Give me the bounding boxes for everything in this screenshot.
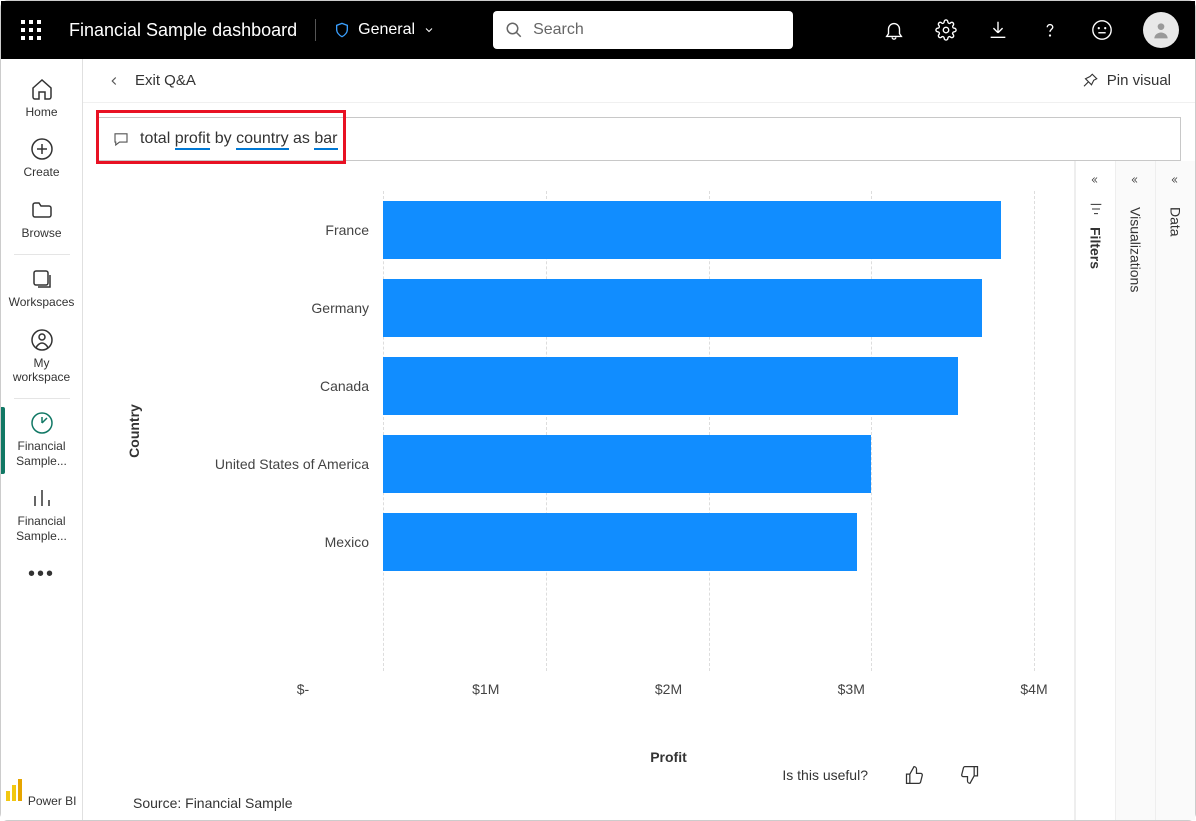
nav-home[interactable]: Home [1, 69, 82, 129]
bar-fill[interactable] [383, 279, 982, 337]
x-tick: $2M [655, 681, 682, 697]
main-content: Exit Q&A Pin visual total profit by coun… [83, 59, 1195, 820]
powerbi-icon [6, 777, 24, 801]
powerbi-brand[interactable]: Power BI [1, 777, 82, 820]
help-icon[interactable] [1039, 19, 1061, 41]
chevron-left-icon [1129, 173, 1143, 187]
toolbar: Exit Q&A Pin visual [83, 59, 1195, 103]
thumbs-down-icon[interactable] [960, 765, 980, 785]
left-nav: Home Create Browse Workspaces My workspa… [1, 59, 83, 820]
bar-fill[interactable] [383, 357, 958, 415]
bar-row: Mexico [183, 503, 1034, 581]
x-axis-label: Profit [303, 749, 1034, 765]
category-label: Canada [183, 378, 383, 394]
nav-my-workspace[interactable]: My workspace [1, 320, 82, 395]
qna-text: total profit by country as bar [140, 130, 338, 148]
search-input[interactable]: Search [493, 11, 793, 49]
nav-workspaces[interactable]: Workspaces [1, 259, 82, 319]
bar-row: United States of America [183, 425, 1034, 503]
divider [315, 19, 316, 41]
download-icon[interactable] [987, 19, 1009, 41]
back-icon[interactable] [107, 74, 121, 88]
workspaces-icon [30, 267, 54, 291]
exit-qna-button[interactable]: Exit Q&A [135, 72, 196, 89]
bar-row: Germany [183, 269, 1034, 347]
category-label: United States of America [183, 456, 383, 472]
dashboard-title: Financial Sample dashboard [69, 20, 297, 41]
chevron-down-icon [423, 24, 435, 36]
x-tick: $4M [1020, 681, 1047, 697]
x-axis: $-$1M$2M$3M$4M [303, 681, 1034, 721]
chevron-left-icon [1089, 173, 1103, 187]
global-header: Financial Sample dashboard General Searc… [1, 1, 1195, 59]
nav-browse[interactable]: Browse [1, 190, 82, 250]
account-avatar[interactable] [1143, 12, 1179, 48]
bar-fill[interactable] [383, 435, 871, 493]
sensitivity-label: General [358, 21, 415, 39]
bar-row: Canada [183, 347, 1034, 425]
speech-bubble-icon [112, 130, 130, 148]
pin-icon [1081, 72, 1099, 90]
nav-financial-dashboard[interactable]: Financial Sample... [1, 403, 82, 478]
thumbs-up-icon[interactable] [904, 765, 924, 785]
right-panels: Filters Visualizations Data [1074, 161, 1195, 820]
plus-circle-icon [30, 137, 54, 161]
chevron-left-icon [1169, 173, 1183, 187]
notifications-icon[interactable] [883, 19, 905, 41]
bar-chart-icon [30, 486, 54, 510]
source-label: Source: Financial Sample [133, 795, 293, 811]
x-tick: $- [297, 681, 309, 697]
nav-more[interactable]: ••• [1, 553, 82, 596]
shield-icon [334, 21, 350, 39]
category-label: Mexico [183, 534, 383, 550]
home-icon [30, 77, 54, 101]
x-tick: $1M [472, 681, 499, 697]
x-tick: $3M [838, 681, 865, 697]
sensitivity-dropdown[interactable]: General [334, 21, 435, 39]
qna-input[interactable]: total profit by country as bar [97, 117, 1181, 161]
settings-icon[interactable] [935, 19, 957, 41]
filter-icon [1088, 201, 1104, 217]
useful-feedback: Is this useful? [782, 765, 980, 785]
panel-filters[interactable]: Filters [1075, 161, 1115, 820]
y-axis-label: Country [126, 404, 142, 458]
bar-fill[interactable] [383, 513, 857, 571]
search-placeholder: Search [533, 21, 584, 39]
nav-create[interactable]: Create [1, 129, 82, 189]
category-label: Germany [183, 300, 383, 316]
person-circle-icon [30, 328, 54, 352]
panel-visualizations[interactable]: Visualizations [1115, 161, 1155, 820]
category-label: France [183, 222, 383, 238]
search-icon [505, 21, 523, 39]
panel-data[interactable]: Data [1155, 161, 1195, 820]
bar-fill[interactable] [383, 201, 1001, 259]
chart-visual[interactable]: Country France Germany Canada United States… [83, 161, 1074, 820]
nav-financial-report[interactable]: Financial Sample... [1, 478, 82, 553]
feedback-icon[interactable] [1091, 19, 1113, 41]
bar-row: France [183, 191, 1034, 269]
folder-icon [30, 198, 54, 222]
pin-visual-button[interactable]: Pin visual [1081, 72, 1171, 90]
person-icon [1151, 20, 1171, 40]
app-launcher-icon[interactable] [21, 20, 41, 40]
gauge-icon [30, 411, 54, 435]
